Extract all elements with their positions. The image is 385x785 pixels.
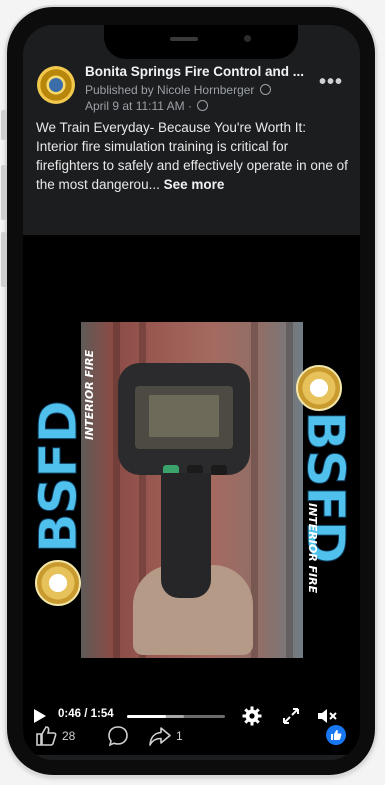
share-icon[interactable] bbox=[148, 725, 172, 747]
like-count: 28 bbox=[62, 729, 76, 743]
see-more-link[interactable]: See more bbox=[164, 177, 225, 192]
comment-icon[interactable] bbox=[107, 725, 129, 747]
interior-fire-right: INTERIOR FIRE bbox=[306, 503, 319, 593]
bsfd-logo-left: BSFD bbox=[29, 401, 90, 554]
bsfd-brand-right: BSFD bbox=[295, 411, 356, 564]
published-by: Published by Nicole Hornberger bbox=[85, 83, 273, 97]
post-date[interactable]: April 9 at 11:11 AM · bbox=[85, 99, 210, 113]
video-progress-bar[interactable] bbox=[127, 715, 225, 718]
video-time: 0:46 / 1:54 bbox=[58, 708, 114, 720]
camera-grip bbox=[161, 473, 211, 598]
bsfd-brand-left: BSFD bbox=[29, 401, 90, 554]
published-by-text: Published by Nicole Hornberger bbox=[85, 83, 255, 97]
bsfd-seal-icon bbox=[35, 560, 81, 606]
like-icon[interactable] bbox=[35, 725, 57, 747]
phone-screen: Bonita Springs Fire Control and ... Publ… bbox=[23, 25, 360, 760]
post-actions: 28 1 bbox=[23, 721, 360, 751]
post-date-text: April 9 at 11:11 AM · bbox=[85, 99, 192, 113]
video-progress-fill bbox=[127, 715, 167, 718]
video-player[interactable]: BSFD INTERIOR FIRE BSFD INTERIOR FIRE 0:… bbox=[23, 235, 360, 755]
page-avatar[interactable] bbox=[37, 66, 75, 104]
container-stripe bbox=[286, 322, 293, 658]
post-header: Bonita Springs Fire Control and ... Publ… bbox=[33, 63, 353, 113]
front-camera bbox=[244, 35, 251, 42]
interior-fire-label-right: INTERIOR FIRE bbox=[306, 503, 319, 594]
thermal-image bbox=[149, 395, 219, 437]
interior-fire-left: INTERIOR FIRE bbox=[83, 350, 96, 440]
camera-button bbox=[211, 465, 227, 475]
container-stripe bbox=[113, 322, 120, 658]
bsfd-seal-icon bbox=[296, 365, 342, 411]
share-count: 1 bbox=[176, 729, 183, 743]
like-reaction-icon[interactable] bbox=[326, 725, 346, 745]
info-icon bbox=[259, 84, 271, 95]
bsfd-logo-right: BSFD bbox=[295, 411, 356, 564]
speaker bbox=[170, 37, 198, 41]
interior-fire-label-left: INTERIOR FIRE bbox=[83, 349, 96, 440]
phone-side-button bbox=[1, 110, 7, 140]
post-text: We Train Everyday- Because You're Worth … bbox=[36, 118, 351, 194]
phone-volume-up bbox=[1, 165, 7, 220]
more-options-icon[interactable]: ••• bbox=[319, 71, 343, 94]
globe-icon bbox=[197, 100, 209, 111]
phone-volume-down bbox=[1, 232, 7, 287]
page-name[interactable]: Bonita Springs Fire Control and ... bbox=[85, 64, 304, 79]
phone-notch bbox=[104, 25, 298, 59]
